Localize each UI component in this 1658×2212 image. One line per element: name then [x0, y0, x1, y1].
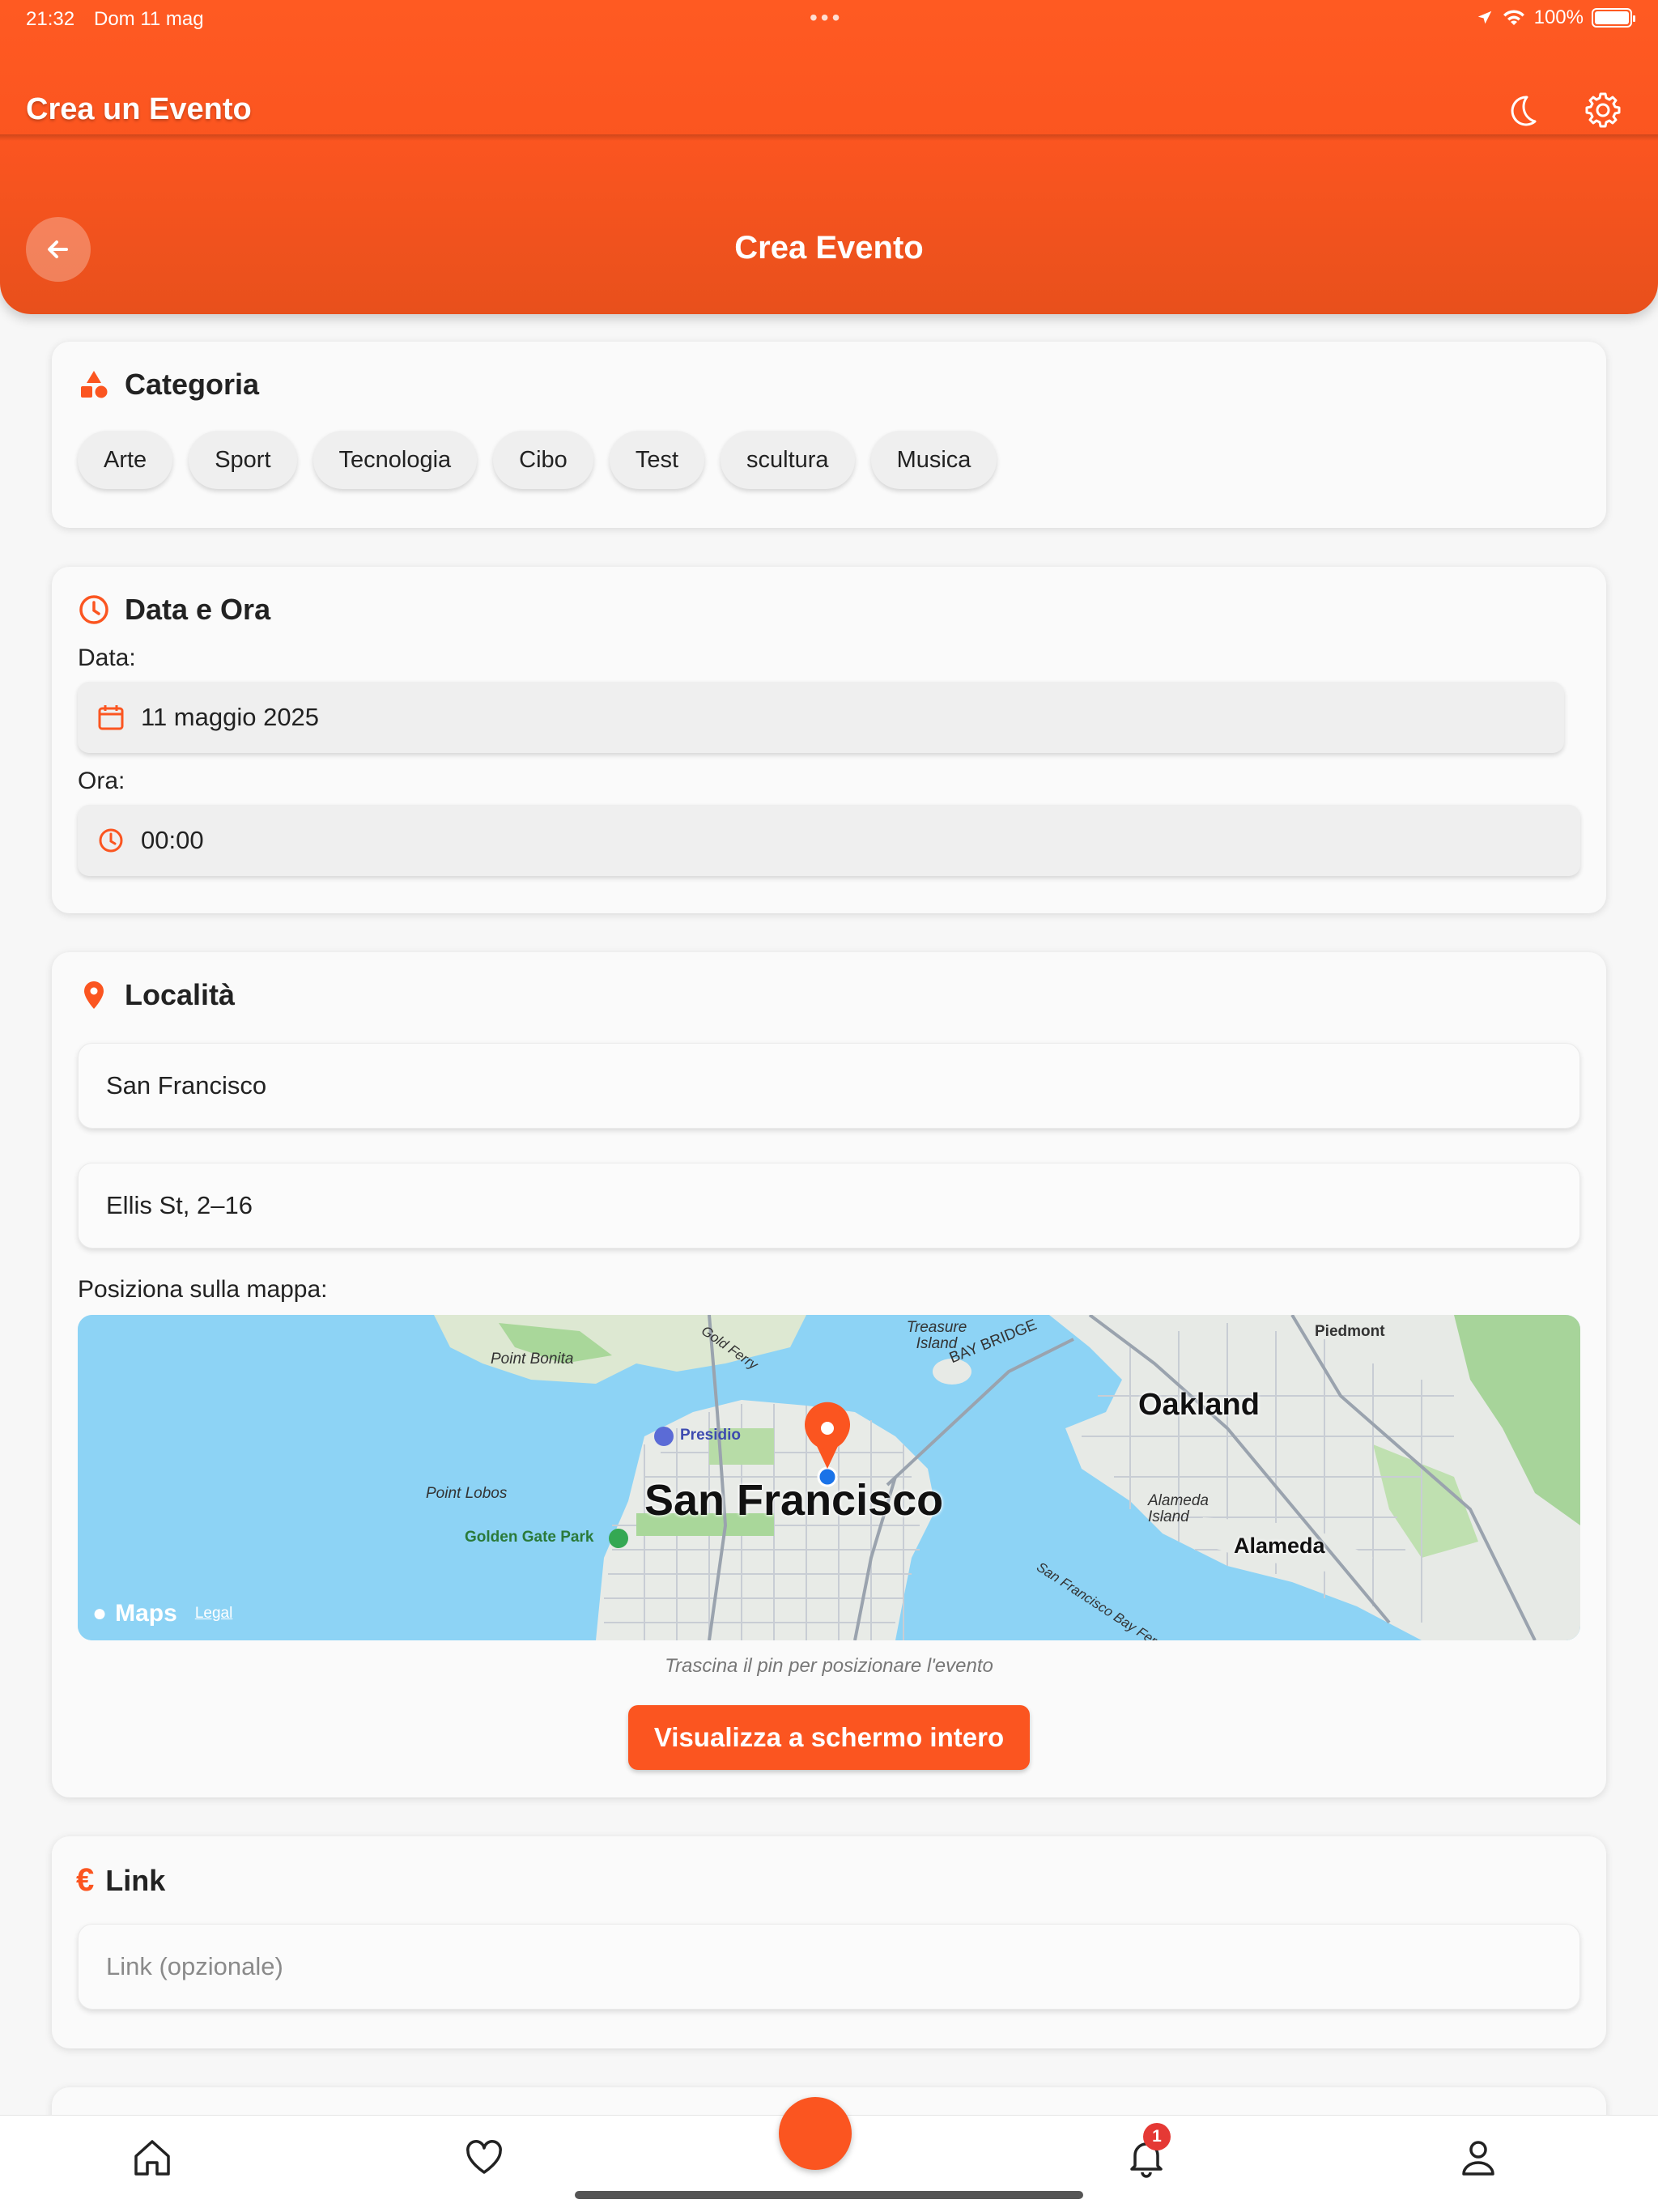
chip-sport[interactable]: Sport: [189, 431, 297, 489]
category-title: Categoria: [125, 368, 260, 401]
time-label: Ora:: [78, 768, 125, 794]
chip-musica[interactable]: Musica: [870, 431, 997, 489]
chip-scultura[interactable]: scultura: [721, 431, 855, 489]
fullscreen-map-button[interactable]: Visualizza a schermo intero: [628, 1705, 1030, 1770]
datetime-header: Data e Ora: [78, 593, 270, 627]
date-value: 11 maggio 2025: [141, 703, 320, 731]
date-label: Data:: [78, 644, 136, 671]
map-label-piedmont: Piedmont: [1315, 1323, 1385, 1340]
battery-percent: 100%: [1533, 6, 1584, 28]
clock-icon: [79, 595, 108, 624]
category-header: Categoria: [78, 368, 259, 402]
map-pin-icon: [84, 981, 104, 1009]
multitasking-dots-icon[interactable]: •••: [810, 5, 843, 31]
datetime-card: Data e Ora Data: 11 maggio 2025 Ora: 00:…: [52, 567, 1606, 913]
heart-icon[interactable]: [460, 2133, 508, 2182]
maps-brand: Maps: [115, 1600, 177, 1627]
link-header: € Link: [76, 1862, 165, 1899]
app-bar-divider: [0, 134, 1658, 141]
moon-icon[interactable]: [1499, 87, 1545, 133]
status-time: 21:32: [26, 8, 75, 30]
home-indicator[interactable]: [575, 2191, 1083, 2199]
location-title: Località: [125, 978, 236, 1011]
app-bar: Crea un Evento: [0, 78, 1658, 143]
maps-attribution: ● Maps Legal: [92, 1600, 232, 1627]
datetime-title: Data e Ora: [125, 593, 271, 626]
map-label-golden-gate-park: Golden Gate Park: [465, 1529, 594, 1546]
map-label: Posiziona sulla mappa:: [78, 1276, 328, 1303]
map-label-alameda: Alameda: [1234, 1534, 1325, 1558]
map-label-san-francisco: San Francisco: [644, 1476, 944, 1525]
map-hint: Trascina il pin per posizionare l'evento: [665, 1655, 993, 1677]
map-label-point-bonita: Point Bonita: [491, 1351, 574, 1368]
user-icon[interactable]: [1454, 2133, 1503, 2182]
city-input[interactable]: San Francisco: [78, 1043, 1580, 1129]
date-picker[interactable]: 11 maggio 2025: [78, 682, 1564, 753]
location-card: Località San Francisco Ellis St, 2–16 Po…: [52, 952, 1606, 1797]
time-picker[interactable]: 00:00: [78, 805, 1580, 876]
status-bar: 21:32 Dom 11 mag ••• 100%: [0, 0, 1658, 39]
map-label-point-lobos: Point Lobos: [426, 1485, 508, 1502]
category-chips: Arte Sport Tecnologia Cibo Test scultura…: [78, 431, 997, 489]
chip-test[interactable]: Test: [609, 431, 705, 489]
page-title: Crea Evento: [734, 230, 924, 266]
link-card: € Link Link (opzionale): [52, 1836, 1606, 2048]
apple-logo-icon: ●: [92, 1600, 108, 1627]
location-arrow-icon: [1477, 11, 1491, 24]
chip-tecnologia[interactable]: Tecnologia: [312, 431, 478, 489]
map-label-presidio: Presidio: [680, 1427, 741, 1444]
create-event-fab[interactable]: [779, 2097, 852, 2170]
battery-icon: [1592, 8, 1635, 28]
location-header: Località: [78, 978, 235, 1012]
calendar-icon: [98, 705, 124, 730]
time-value: 00:00: [141, 826, 204, 854]
gear-icon[interactable]: [1580, 87, 1626, 133]
address-input[interactable]: Ellis St, 2–16: [78, 1163, 1580, 1249]
category-card: Categoria Arte Sport Tecnologia Cibo Tes…: [52, 342, 1606, 528]
app-title: Crea un Evento: [26, 92, 252, 126]
header: 21:32 Dom 11 mag ••• 100% Crea un Evento…: [0, 0, 1658, 314]
shapes-icon: [81, 371, 108, 398]
chip-cibo[interactable]: Cibo: [493, 431, 593, 489]
clock-small-icon: [99, 828, 123, 853]
wifi-icon: [1503, 10, 1524, 25]
notification-badge: 1: [1143, 2123, 1171, 2150]
home-icon[interactable]: [128, 2133, 176, 2182]
battery-fill: [1595, 11, 1629, 24]
link-input[interactable]: Link (opzionale): [78, 1924, 1580, 2010]
map-legal-link[interactable]: Legal: [195, 1605, 233, 1623]
status-date: Dom 11 mag: [94, 8, 204, 30]
map-label-alameda-island: Alameda Island: [1148, 1492, 1209, 1525]
link-title: Link: [105, 1863, 166, 1897]
map-view[interactable]: San Francisco Oakland Alameda Alameda Is…: [78, 1315, 1580, 1640]
euro-icon: €: [76, 1862, 95, 1898]
status-indicators: 100%: [1476, 6, 1635, 29]
chip-arte[interactable]: Arte: [78, 431, 173, 489]
map-label-oakland: Oakland: [1138, 1388, 1260, 1422]
